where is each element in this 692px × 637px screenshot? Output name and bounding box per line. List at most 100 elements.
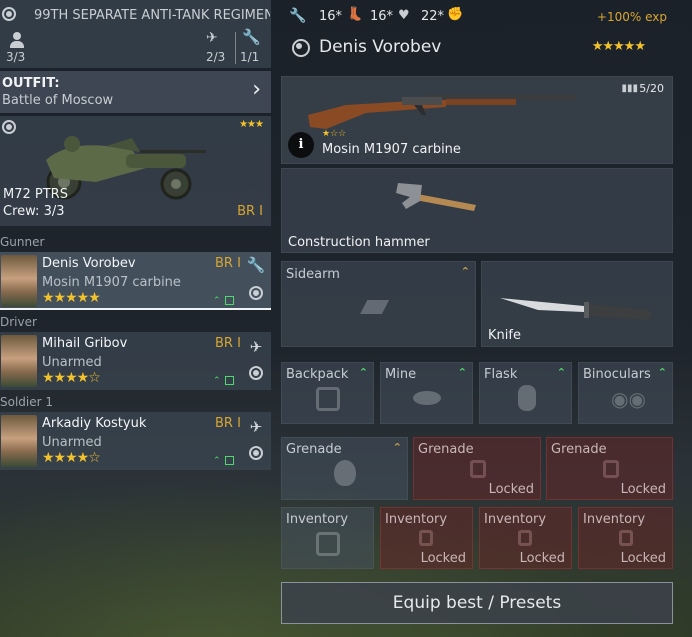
lock-icon: [419, 530, 433, 546]
grenade-icon: [334, 460, 356, 486]
vehicle-medal-icon: [2, 120, 16, 134]
lock-icon: [603, 460, 619, 478]
grenade-slot-2[interactable]: Grenade Locked: [413, 437, 541, 500]
info-icon[interactable]: i: [288, 132, 314, 158]
outfit-value: Battle of Moscow: [2, 93, 114, 108]
vehicle-crew: Crew: 3/3: [3, 204, 65, 219]
role-label-soldier: Soldier 1: [0, 395, 54, 409]
inventory-slot-1[interactable]: Inventory: [281, 507, 374, 569]
soldier-medal-icon: [292, 39, 310, 57]
backpack-label: Backpack: [286, 367, 349, 382]
divider: [235, 32, 236, 64]
vehicle-card[interactable]: ★★★ M72 PTRS Crew: 3/3 BR I: [0, 116, 271, 226]
inventory-slot-4[interactable]: Inventory Locked: [578, 507, 673, 569]
backpack-slot[interactable]: Backpack ⌃: [281, 362, 374, 424]
grenade-slot-3[interactable]: Grenade Locked: [546, 437, 673, 500]
stat-value-3: 22*: [421, 9, 445, 24]
backpack-icon: [316, 532, 340, 556]
sidearm-slot[interactable]: Sidearm ⌃ ▰: [281, 261, 476, 347]
crew-name: Denis Vorobev: [42, 256, 136, 271]
primary-weapon-name: Mosin M1907 carbine: [322, 142, 461, 157]
stat-value-2: 16*: [370, 9, 394, 24]
upgrade-arrow-icon: ⌃: [460, 265, 470, 278]
fighters-count: 2/3: [206, 50, 226, 64]
perk-icon: [225, 376, 234, 385]
flask-label: Flask: [484, 367, 518, 382]
outfit-button[interactable]: OUTFIT: Battle of Moscow ›: [0, 71, 271, 113]
binoculars-label: Binoculars: [583, 367, 651, 382]
lock-icon: [619, 530, 633, 546]
perk-icon: [225, 296, 234, 305]
melee-slot[interactable]: Knife: [481, 261, 673, 347]
upgrade-arrow-icon: ⌃: [213, 296, 221, 306]
mine-icon: [413, 391, 441, 405]
inventory-slot-2[interactable]: Inventory Locked: [380, 507, 473, 569]
perk-icon: [225, 456, 234, 465]
upgrade-arrow-icon: ⌃: [657, 366, 667, 379]
knife-image: [500, 298, 652, 320]
crew-name: Arkadiy Kostyuk: [42, 416, 147, 431]
upgrade-arrow-icon: ⌃: [457, 366, 467, 379]
crew-count: 3/3: [6, 50, 26, 64]
binoculars-slot[interactable]: Binoculars ⌃ ◉◉: [578, 362, 673, 424]
inventory-label: Inventory: [385, 512, 448, 527]
mine-label: Mine: [385, 367, 417, 382]
medal-icon: [249, 366, 263, 380]
crew-weapon: Mosin M1907 carbine: [42, 275, 181, 290]
soldier-stars: ★★★★★: [591, 39, 646, 54]
selected-underline: [0, 308, 271, 310]
inventory-label: Inventory: [286, 512, 349, 527]
locked-text: Locked: [519, 551, 565, 566]
wrench-icon: 🔧: [246, 256, 266, 274]
crew-stars: ★★★★☆: [42, 450, 101, 466]
mine-slot[interactable]: Mine ⌃: [380, 362, 473, 424]
lock-icon: [518, 530, 532, 546]
rifle-image: [308, 95, 576, 129]
flask-icon: [518, 385, 536, 411]
ammo-count: 5/20: [639, 82, 664, 95]
locked-text: Locked: [620, 482, 666, 497]
upgrade-arrow-icon: ⌃: [392, 441, 402, 454]
grenade-label: Grenade: [551, 442, 607, 457]
unit-header: 99TH SEPARATE ANTI-TANK REGIMEN 3/3 ✈ 2/…: [0, 0, 271, 68]
crew-br: BR I: [215, 256, 241, 271]
crew-card-driver[interactable]: Mihail Gribov Unarmed ★★★★☆ BR I ✈ ⌃: [0, 332, 271, 390]
crew-br: BR I: [215, 336, 241, 351]
crew-stars: ★★★★★: [42, 290, 101, 306]
locked-text: Locked: [420, 551, 466, 566]
crew-card-soldier[interactable]: Arkadiy Kostyuk Unarmed ★★★★☆ BR I ✈ ⌃: [0, 412, 271, 470]
wrench-icon: 🔧: [289, 8, 307, 24]
upgrade-arrow-icon: ⌃: [556, 366, 566, 379]
hammer-image: [396, 183, 476, 211]
stat-value-1: 16*: [319, 9, 343, 24]
crew-card-gunner[interactable]: Denis Vorobev Mosin M1907 carbine ★★★★★ …: [0, 252, 271, 310]
crew-weapon: Unarmed: [42, 355, 102, 370]
squad-medal-icon: [2, 7, 16, 21]
primary-weapon-slot[interactable]: ▮▮▮ 5/20 i ★☆☆ Mosin M1907 carbine: [281, 76, 673, 164]
wings-icon: ✈: [249, 338, 263, 356]
crew-br: BR I: [215, 416, 241, 431]
equip-best-button[interactable]: Equip best / Presets: [281, 582, 673, 624]
medal-icon: [249, 286, 263, 300]
inventory-label: Inventory: [484, 512, 547, 527]
flask-slot[interactable]: Flask ⌃: [479, 362, 572, 424]
exp-bonus: +100% exp: [596, 10, 667, 24]
grenade-label: Grenade: [286, 442, 342, 457]
vehicle-br: BR I: [237, 204, 263, 219]
upgrade-arrow-icon: ⌃: [358, 366, 368, 379]
grenade-slot-1[interactable]: Grenade ⌃: [281, 437, 408, 500]
boot-icon: 👢: [347, 7, 364, 22]
person-icon: [10, 32, 24, 48]
avatar: [1, 335, 37, 387]
melee-name: Knife: [488, 328, 521, 343]
tool-slot[interactable]: Construction hammer: [281, 168, 673, 253]
soldier-name: Denis Vorobev: [319, 37, 442, 57]
locked-text: Locked: [620, 551, 666, 566]
binoculars-icon: ◉◉: [611, 387, 646, 411]
heart-icon: ♥: [398, 8, 410, 23]
inventory-slot-3[interactable]: Inventory Locked: [479, 507, 572, 569]
wings-icon: ✈: [206, 30, 218, 46]
grenade-label: Grenade: [418, 442, 474, 457]
crew-name: Mihail Gribov: [42, 336, 128, 351]
inventory-label: Inventory: [583, 512, 646, 527]
